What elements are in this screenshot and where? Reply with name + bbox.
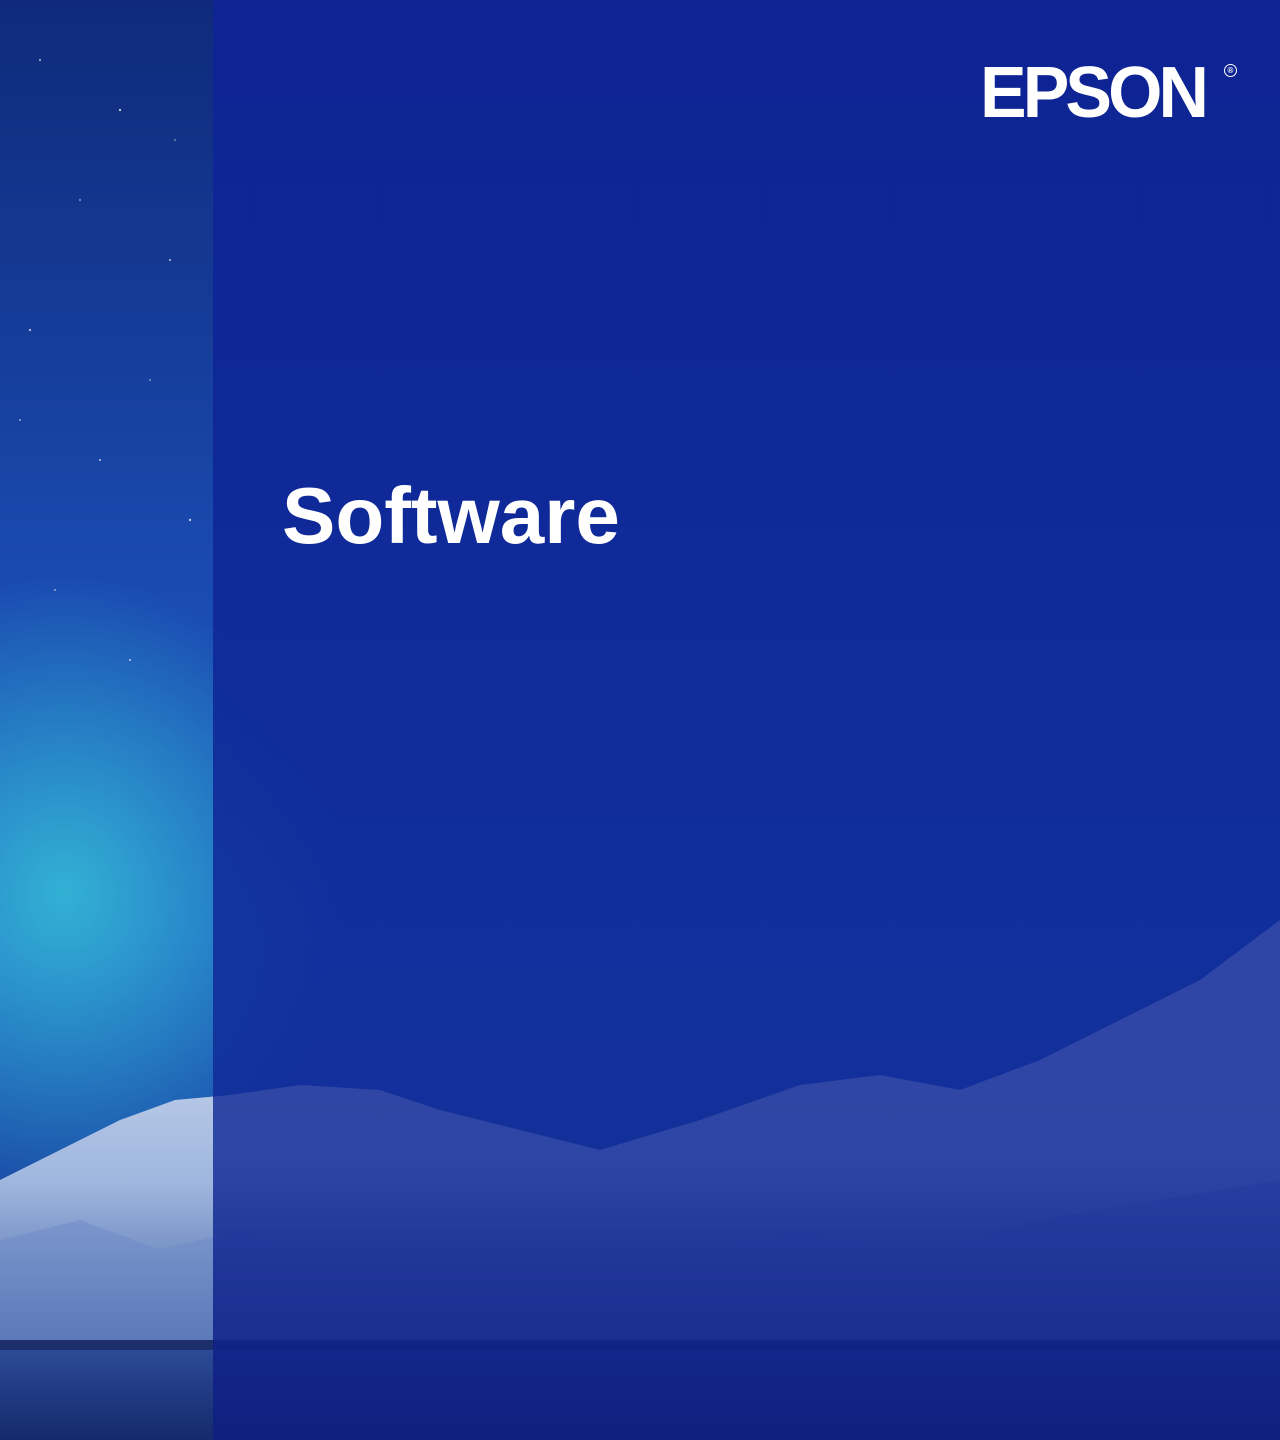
epson-logo: EPSON ®: [980, 53, 1240, 133]
page-title: Software: [282, 471, 620, 560]
registered-mark: ®: [1224, 64, 1237, 77]
cover-page: EPSON ® Software: [0, 0, 1280, 1440]
blue-overlay-panel: [213, 0, 1280, 1440]
logo-wordmark: EPSON: [980, 53, 1209, 133]
